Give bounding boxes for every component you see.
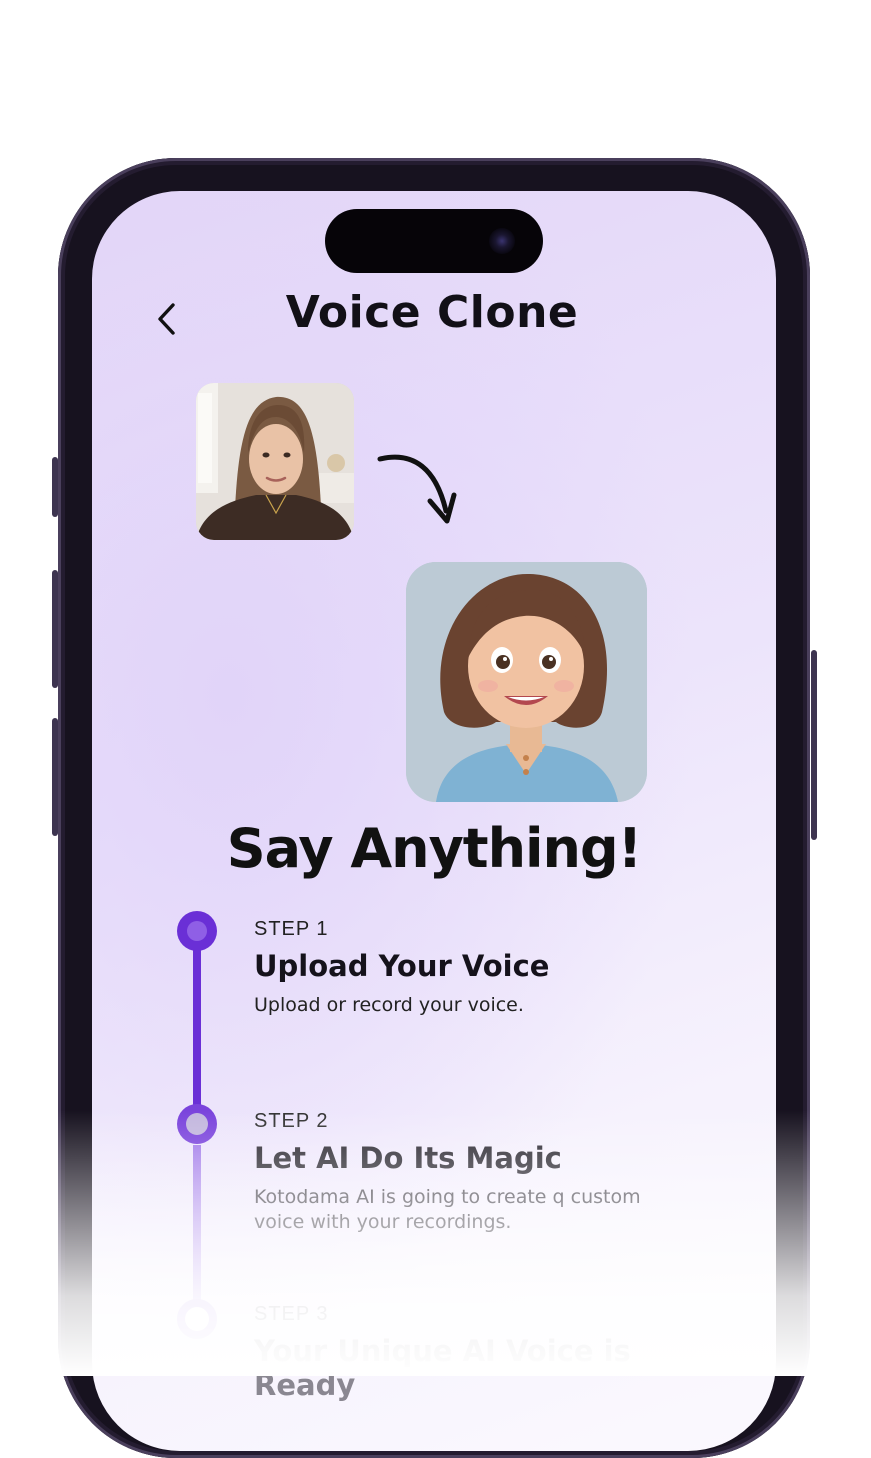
step-3-indicator (177, 1299, 217, 1339)
step-title: Let AI Do Its Magic (254, 1141, 562, 1175)
step-2-indicator (177, 1104, 217, 1144)
step-description: Kotodama AI is going to create q custom … (254, 1186, 641, 1233)
timeline-connector (193, 947, 201, 1127)
steps-timeline: STEP 1 Upload Your Voice Upload or recor… (92, 191, 776, 1451)
step-title: Upload Your Voice (254, 949, 550, 983)
step-description: Upload or record your voice. (254, 994, 524, 1016)
step-item: STEP 1 Upload Your Voice Upload or recor… (254, 918, 734, 1018)
step-item: STEP 3 Your Unique AI Voice is Ready (254, 1303, 734, 1402)
step-title: Your Unique AI Voice is Ready (254, 1334, 631, 1402)
power-button[interactable] (811, 650, 817, 840)
phone-frame: Voice Clone Say Anything! STEP 1 Upload … (58, 158, 810, 1458)
step-number: STEP 2 (254, 1110, 329, 1132)
step-number: STEP 3 (254, 1303, 329, 1325)
step-item: STEP 2 Let AI Do Its Magic Kotodama AI i… (254, 1110, 734, 1235)
timeline-connector (193, 1145, 201, 1315)
app-screen: Voice Clone Say Anything! STEP 1 Upload … (92, 191, 776, 1451)
step-1-indicator (177, 911, 217, 951)
step-number: STEP 1 (254, 918, 329, 940)
